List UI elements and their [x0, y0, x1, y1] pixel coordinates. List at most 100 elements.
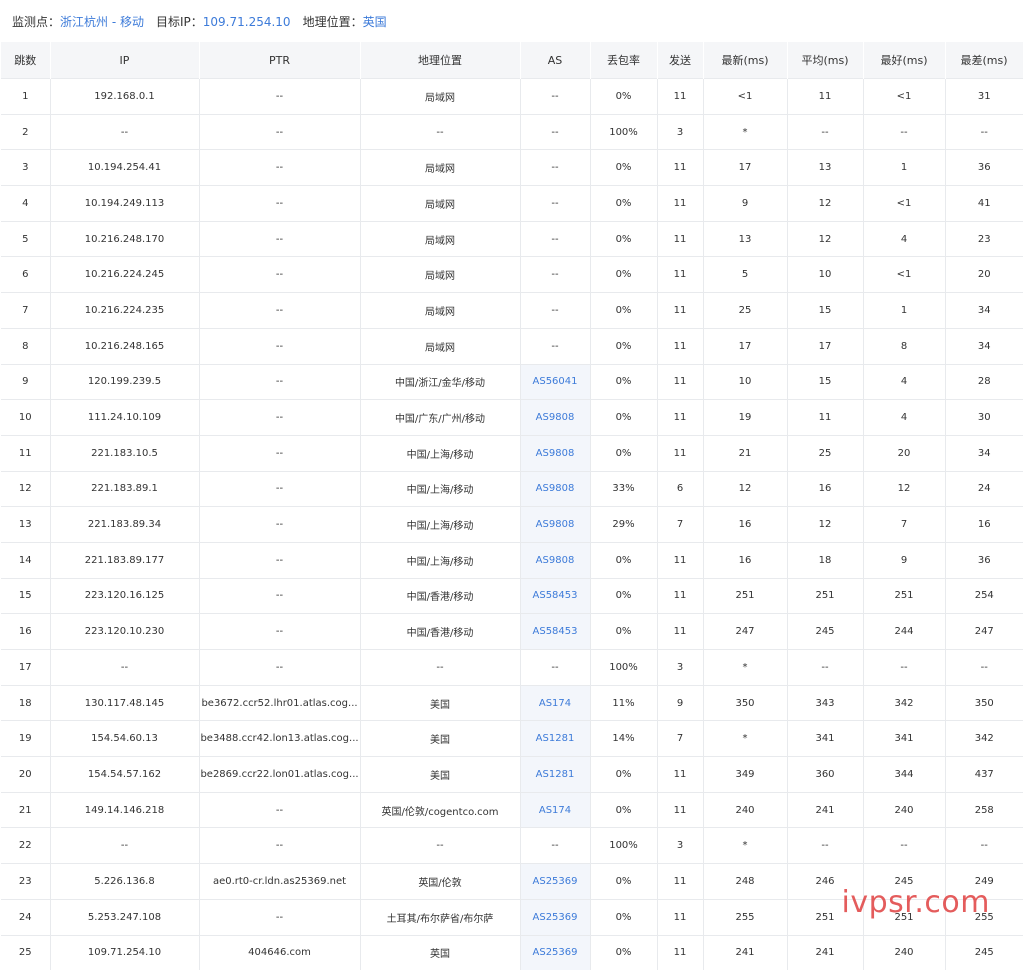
table-cell: 局域网 [360, 257, 520, 293]
table-cell: 11 [657, 864, 703, 900]
table-cell: 29% [590, 507, 657, 543]
table-cell: <1 [863, 257, 945, 293]
table-cell: 34 [945, 328, 1023, 364]
table-cell: 16 [945, 507, 1023, 543]
as-link[interactable]: AS58453 [520, 614, 590, 650]
table-cell: 36 [945, 150, 1023, 186]
table-cell: 245 [787, 614, 863, 650]
table-cell: 241 [703, 935, 787, 970]
table-cell: 11 [657, 935, 703, 970]
as-link[interactable]: AS9808 [520, 542, 590, 578]
table-cell: -- [863, 828, 945, 864]
table-cell: 中国/上海/移动 [360, 471, 520, 507]
as-link[interactable]: AS174 [520, 685, 590, 721]
as-link[interactable]: AS9808 [520, 435, 590, 471]
table-cell: 2 [1, 114, 50, 150]
table-row: 13221.183.89.34--中国/上海/移动AS980829%716127… [1, 507, 1023, 543]
table-cell: 中国/浙江/金华/移动 [360, 364, 520, 400]
table-cell: 5.253.247.108 [50, 899, 199, 935]
table-cell: 3 [657, 828, 703, 864]
table-cell: -- [199, 186, 360, 222]
table-cell: 251 [787, 578, 863, 614]
table-cell: 11 [657, 614, 703, 650]
table-cell: 3 [1, 150, 50, 186]
table-cell: -- [360, 650, 520, 686]
as-link[interactable]: AS1281 [520, 721, 590, 757]
table-cell: 16 [787, 471, 863, 507]
table-cell: -- [199, 828, 360, 864]
table-row: 18130.117.48.145be3672.ccr52.lhr01.atlas… [1, 685, 1023, 721]
table-cell: 土耳其/布尔萨省/布尔萨 [360, 899, 520, 935]
table-cell: 251 [703, 578, 787, 614]
as-link[interactable]: AS9808 [520, 471, 590, 507]
table-cell: 0% [590, 542, 657, 578]
as-link[interactable]: AS58453 [520, 578, 590, 614]
table-cell: -- [863, 650, 945, 686]
target-value[interactable]: 109.71.254.10 [203, 15, 291, 29]
table-cell: 343 [787, 685, 863, 721]
table-cell: 223.120.10.230 [50, 614, 199, 650]
table-row: 710.216.224.235--局域网--0%112515134 [1, 293, 1023, 329]
table-cell: 11 [657, 578, 703, 614]
table-cell: 0% [590, 221, 657, 257]
table-cell: 4 [863, 221, 945, 257]
as-link[interactable]: AS1281 [520, 757, 590, 793]
table-cell: -- [787, 650, 863, 686]
as-link[interactable]: AS174 [520, 792, 590, 828]
geo-value[interactable]: 英国 [363, 15, 387, 29]
table-cell: <1 [703, 79, 787, 115]
table-cell: 34 [945, 435, 1023, 471]
table-cell: 21 [703, 435, 787, 471]
table-cell: -- [520, 114, 590, 150]
table-cell: 30 [945, 400, 1023, 436]
table-cell: 0% [590, 79, 657, 115]
table-cell: 12 [703, 471, 787, 507]
table-cell: 局域网 [360, 150, 520, 186]
as-link[interactable]: AS56041 [520, 364, 590, 400]
table-cell: 19 [1, 721, 50, 757]
table-cell: 341 [863, 721, 945, 757]
table-cell: 19 [703, 400, 787, 436]
table-cell: -- [520, 79, 590, 115]
as-link[interactable]: AS9808 [520, 507, 590, 543]
table-row: 17--------100%3*------ [1, 650, 1023, 686]
table-cell: 11 [657, 899, 703, 935]
table-cell: 11 [657, 364, 703, 400]
as-link[interactable]: AS25369 [520, 899, 590, 935]
table-cell: -- [199, 114, 360, 150]
table-cell: 221.183.89.34 [50, 507, 199, 543]
table-cell: 18 [787, 542, 863, 578]
table-cell: -- [945, 650, 1023, 686]
target-ip: 目标IP：109.71.254.10 [156, 13, 291, 30]
table-cell: 11 [657, 150, 703, 186]
table-cell: 342 [863, 685, 945, 721]
table-cell: -- [360, 828, 520, 864]
as-link[interactable]: AS25369 [520, 935, 590, 970]
table-cell: 120.199.239.5 [50, 364, 199, 400]
table-cell: 0% [590, 186, 657, 222]
table-row: 20154.54.57.162be2869.ccr22.lon01.atlas.… [1, 757, 1023, 793]
table-cell: 11 [657, 328, 703, 364]
table-cell: 254 [945, 578, 1023, 614]
table-cell: 11 [1, 435, 50, 471]
table-cell: 24 [945, 471, 1023, 507]
table-cell: 17 [703, 150, 787, 186]
as-link[interactable]: AS9808 [520, 400, 590, 436]
table-row: 410.194.249.113--局域网--0%11912<141 [1, 186, 1023, 222]
table-cell: -- [520, 328, 590, 364]
table-cell: 美国 [360, 721, 520, 757]
column-header: IP [50, 42, 199, 79]
as-link[interactable]: AS25369 [520, 864, 590, 900]
table-cell: 5 [703, 257, 787, 293]
table-row: 11221.183.10.5--中国/上海/移动AS98080%11212520… [1, 435, 1023, 471]
table-cell: -- [520, 186, 590, 222]
table-cell: 100% [590, 114, 657, 150]
table-cell: 12 [1, 471, 50, 507]
table-cell: -- [199, 221, 360, 257]
table-cell: 16 [703, 542, 787, 578]
monitor-value[interactable]: 浙江杭州 - 移动 [60, 15, 144, 29]
table-cell: 31 [945, 79, 1023, 115]
table-cell: 130.117.48.145 [50, 685, 199, 721]
table-cell: -- [199, 79, 360, 115]
table-cell: 20 [1, 757, 50, 793]
